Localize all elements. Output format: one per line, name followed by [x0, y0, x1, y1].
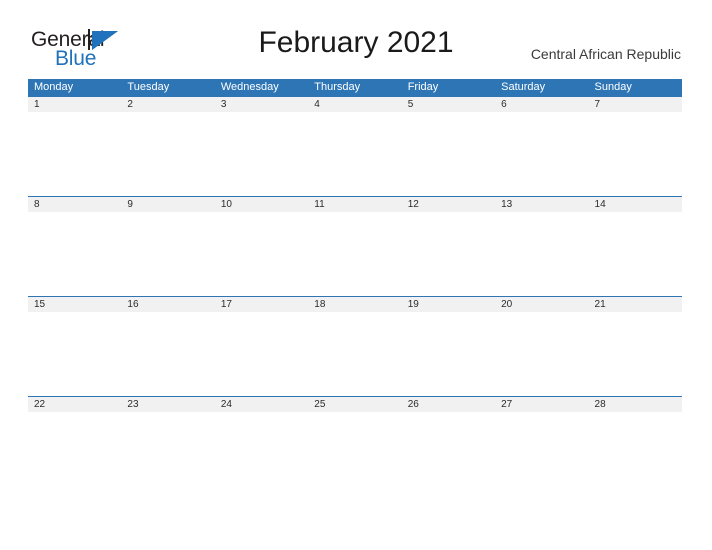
- date-number-band: 8 9 10 11 12 13 14: [28, 197, 682, 212]
- date-number-band: 15 16 17 18 19 20 21: [28, 297, 682, 312]
- weekday-header-monday: Monday: [34, 81, 74, 93]
- weekday-header-thursday: Thursday: [314, 81, 361, 93]
- week-row: 15 16 17 18 19 20 21: [28, 296, 682, 396]
- date-number-band: 22 23 24 25 26 27 28: [28, 397, 682, 412]
- day-cell-10[interactable]: 10: [215, 197, 308, 212]
- day-cell-5[interactable]: 5: [402, 97, 495, 112]
- day-cell-18[interactable]: 18: [308, 297, 401, 312]
- region-label: Central African Republic: [530, 46, 681, 62]
- week-event-area[interactable]: [28, 212, 682, 296]
- day-cell-14[interactable]: 14: [589, 197, 682, 212]
- day-cell-15[interactable]: 15: [28, 297, 121, 312]
- calendar-page: General Blue February 2021 Central Afric…: [0, 0, 712, 550]
- day-cell-22[interactable]: 22: [28, 397, 121, 412]
- weekday-header-tuesday: Tuesday: [127, 81, 170, 93]
- day-cell-11[interactable]: 11: [308, 197, 401, 212]
- day-cell-24[interactable]: 24: [215, 397, 308, 412]
- day-cell-3[interactable]: 3: [215, 97, 308, 112]
- day-cell-23[interactable]: 23: [121, 397, 214, 412]
- date-number-band: 1 2 3 4 5 6 7: [28, 97, 682, 112]
- day-cell-28[interactable]: 28: [589, 397, 682, 412]
- day-cell-17[interactable]: 17: [215, 297, 308, 312]
- day-cell-13[interactable]: 13: [495, 197, 588, 212]
- day-cell-1[interactable]: 1: [28, 97, 121, 112]
- day-cell-19[interactable]: 19: [402, 297, 495, 312]
- week-event-area[interactable]: [28, 412, 682, 496]
- day-cell-16[interactable]: 16: [121, 297, 214, 312]
- day-cell-12[interactable]: 12: [402, 197, 495, 212]
- week-event-area[interactable]: [28, 112, 682, 196]
- weekday-header-friday: Friday: [407, 81, 439, 93]
- day-cell-6[interactable]: 6: [495, 97, 588, 112]
- day-cell-25[interactable]: 25: [308, 397, 401, 412]
- day-cell-4[interactable]: 4: [308, 97, 401, 112]
- week-row: 8 9 10 11 12 13 14: [28, 196, 682, 296]
- weekday-header-wednesday: Wednesday: [220, 81, 279, 93]
- calendar-grid: Monday Tuesday Wednesday Thursday Friday…: [28, 79, 682, 496]
- day-cell-7[interactable]: 7: [589, 97, 682, 112]
- day-cell-27[interactable]: 27: [495, 397, 588, 412]
- day-cell-2[interactable]: 2: [121, 97, 214, 112]
- day-cell-8[interactable]: 8: [28, 197, 121, 212]
- day-cell-26[interactable]: 26: [402, 397, 495, 412]
- day-cell-20[interactable]: 20: [495, 297, 588, 312]
- weekday-header-sunday: Sunday: [594, 81, 632, 93]
- page-header: General Blue February 2021 Central Afric…: [0, 0, 712, 78]
- week-event-area[interactable]: [28, 312, 682, 396]
- weekday-header-row: Monday Tuesday Wednesday Thursday Friday…: [28, 79, 682, 96]
- day-cell-21[interactable]: 21: [589, 297, 682, 312]
- day-cell-9[interactable]: 9: [121, 197, 214, 212]
- week-row: 1 2 3 4 5 6 7: [28, 96, 682, 196]
- weekday-header-saturday: Saturday: [501, 81, 546, 93]
- week-row: 22 23 24 25 26 27 28: [28, 396, 682, 496]
